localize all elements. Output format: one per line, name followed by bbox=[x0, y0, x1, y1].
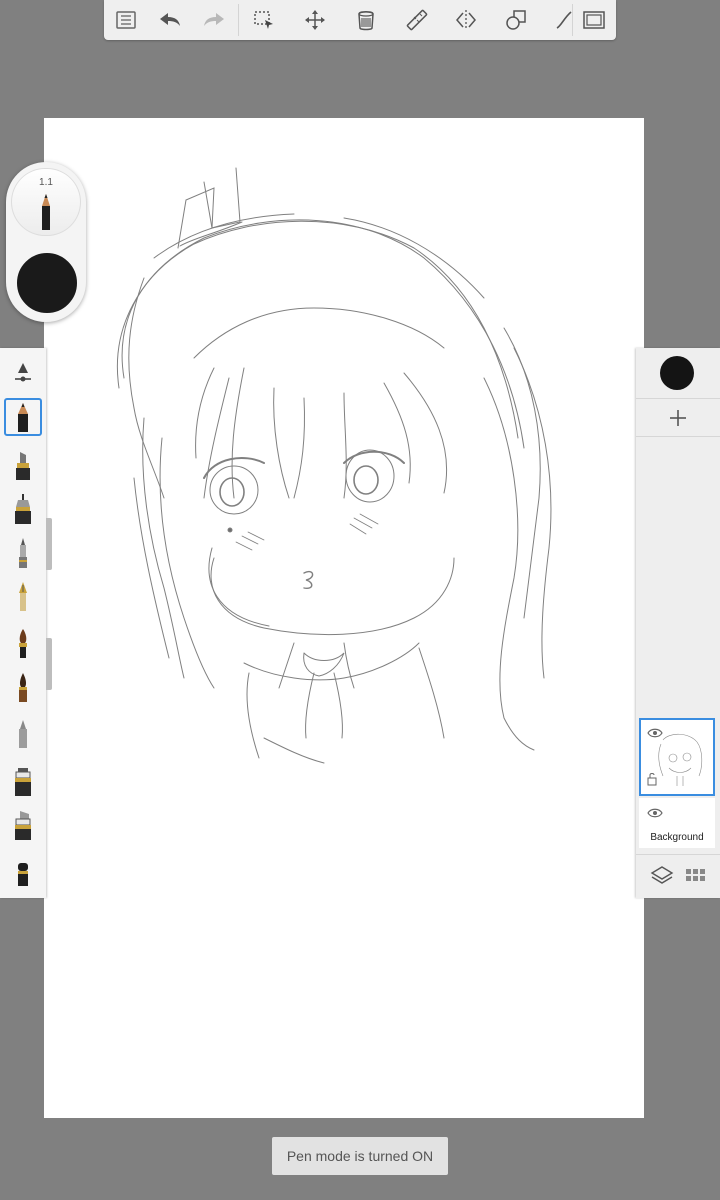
fountain-pen-icon[interactable] bbox=[4, 578, 42, 616]
redo-icon[interactable] bbox=[200, 6, 228, 34]
fullscreen-icon[interactable] bbox=[580, 6, 608, 34]
wide-marker-icon[interactable] bbox=[4, 806, 42, 844]
layer-color-swatch[interactable] bbox=[660, 356, 694, 390]
sketch-artwork bbox=[116, 167, 552, 764]
layer-item-sketch[interactable] bbox=[639, 718, 715, 796]
ink-brush-icon[interactable] bbox=[4, 668, 42, 706]
list-icon[interactable] bbox=[112, 6, 140, 34]
paint-brush-icon[interactable] bbox=[4, 624, 42, 662]
brush-settings-icon[interactable] bbox=[4, 354, 42, 392]
ruler-icon[interactable] bbox=[403, 6, 431, 34]
undo-icon[interactable] bbox=[156, 6, 184, 34]
top-toolbar bbox=[104, 0, 616, 40]
marker-icon[interactable] bbox=[4, 762, 42, 800]
brush-size-label: 1.1 bbox=[39, 177, 53, 188]
pencil-brush-icon[interactable] bbox=[4, 398, 42, 436]
color-swatch[interactable] bbox=[14, 250, 80, 316]
chisel-marker-icon[interactable] bbox=[4, 446, 42, 484]
fill-icon[interactable] bbox=[352, 6, 380, 34]
brushbar-scroll-handle-secondary[interactable] bbox=[46, 638, 52, 690]
drawing-canvas[interactable] bbox=[44, 118, 644, 1118]
eye-icon[interactable] bbox=[647, 808, 663, 818]
shapes-icon[interactable] bbox=[502, 6, 530, 34]
eraser-icon[interactable] bbox=[4, 854, 42, 892]
layer-thumbnail bbox=[658, 733, 703, 786]
brush-size-control[interactable]: 1.1 bbox=[11, 168, 81, 236]
selection-icon[interactable] bbox=[250, 6, 278, 34]
grid-icon[interactable] bbox=[684, 864, 708, 886]
pencil-icon bbox=[42, 194, 50, 230]
add-layer-icon[interactable] bbox=[666, 406, 690, 430]
transform-icon[interactable] bbox=[301, 6, 329, 34]
brush-puck[interactable]: 1.1 bbox=[6, 162, 86, 322]
layer-name: Background bbox=[650, 832, 704, 843]
layer-panel: Background bbox=[636, 348, 720, 898]
stroke-icon[interactable] bbox=[550, 6, 578, 34]
ballpoint-icon[interactable] bbox=[4, 534, 42, 572]
symmetry-icon[interactable] bbox=[452, 6, 480, 34]
brush-library bbox=[0, 348, 46, 898]
fineliner-icon[interactable] bbox=[4, 490, 42, 528]
brushbar-scroll-handle[interactable] bbox=[46, 518, 52, 570]
layers-icon[interactable] bbox=[650, 864, 674, 886]
lock-icon[interactable] bbox=[647, 772, 657, 786]
layer-item-background[interactable]: Background bbox=[639, 798, 715, 848]
airbrush-icon[interactable] bbox=[4, 714, 42, 752]
toast-message: Pen mode is turned ON bbox=[272, 1137, 448, 1175]
